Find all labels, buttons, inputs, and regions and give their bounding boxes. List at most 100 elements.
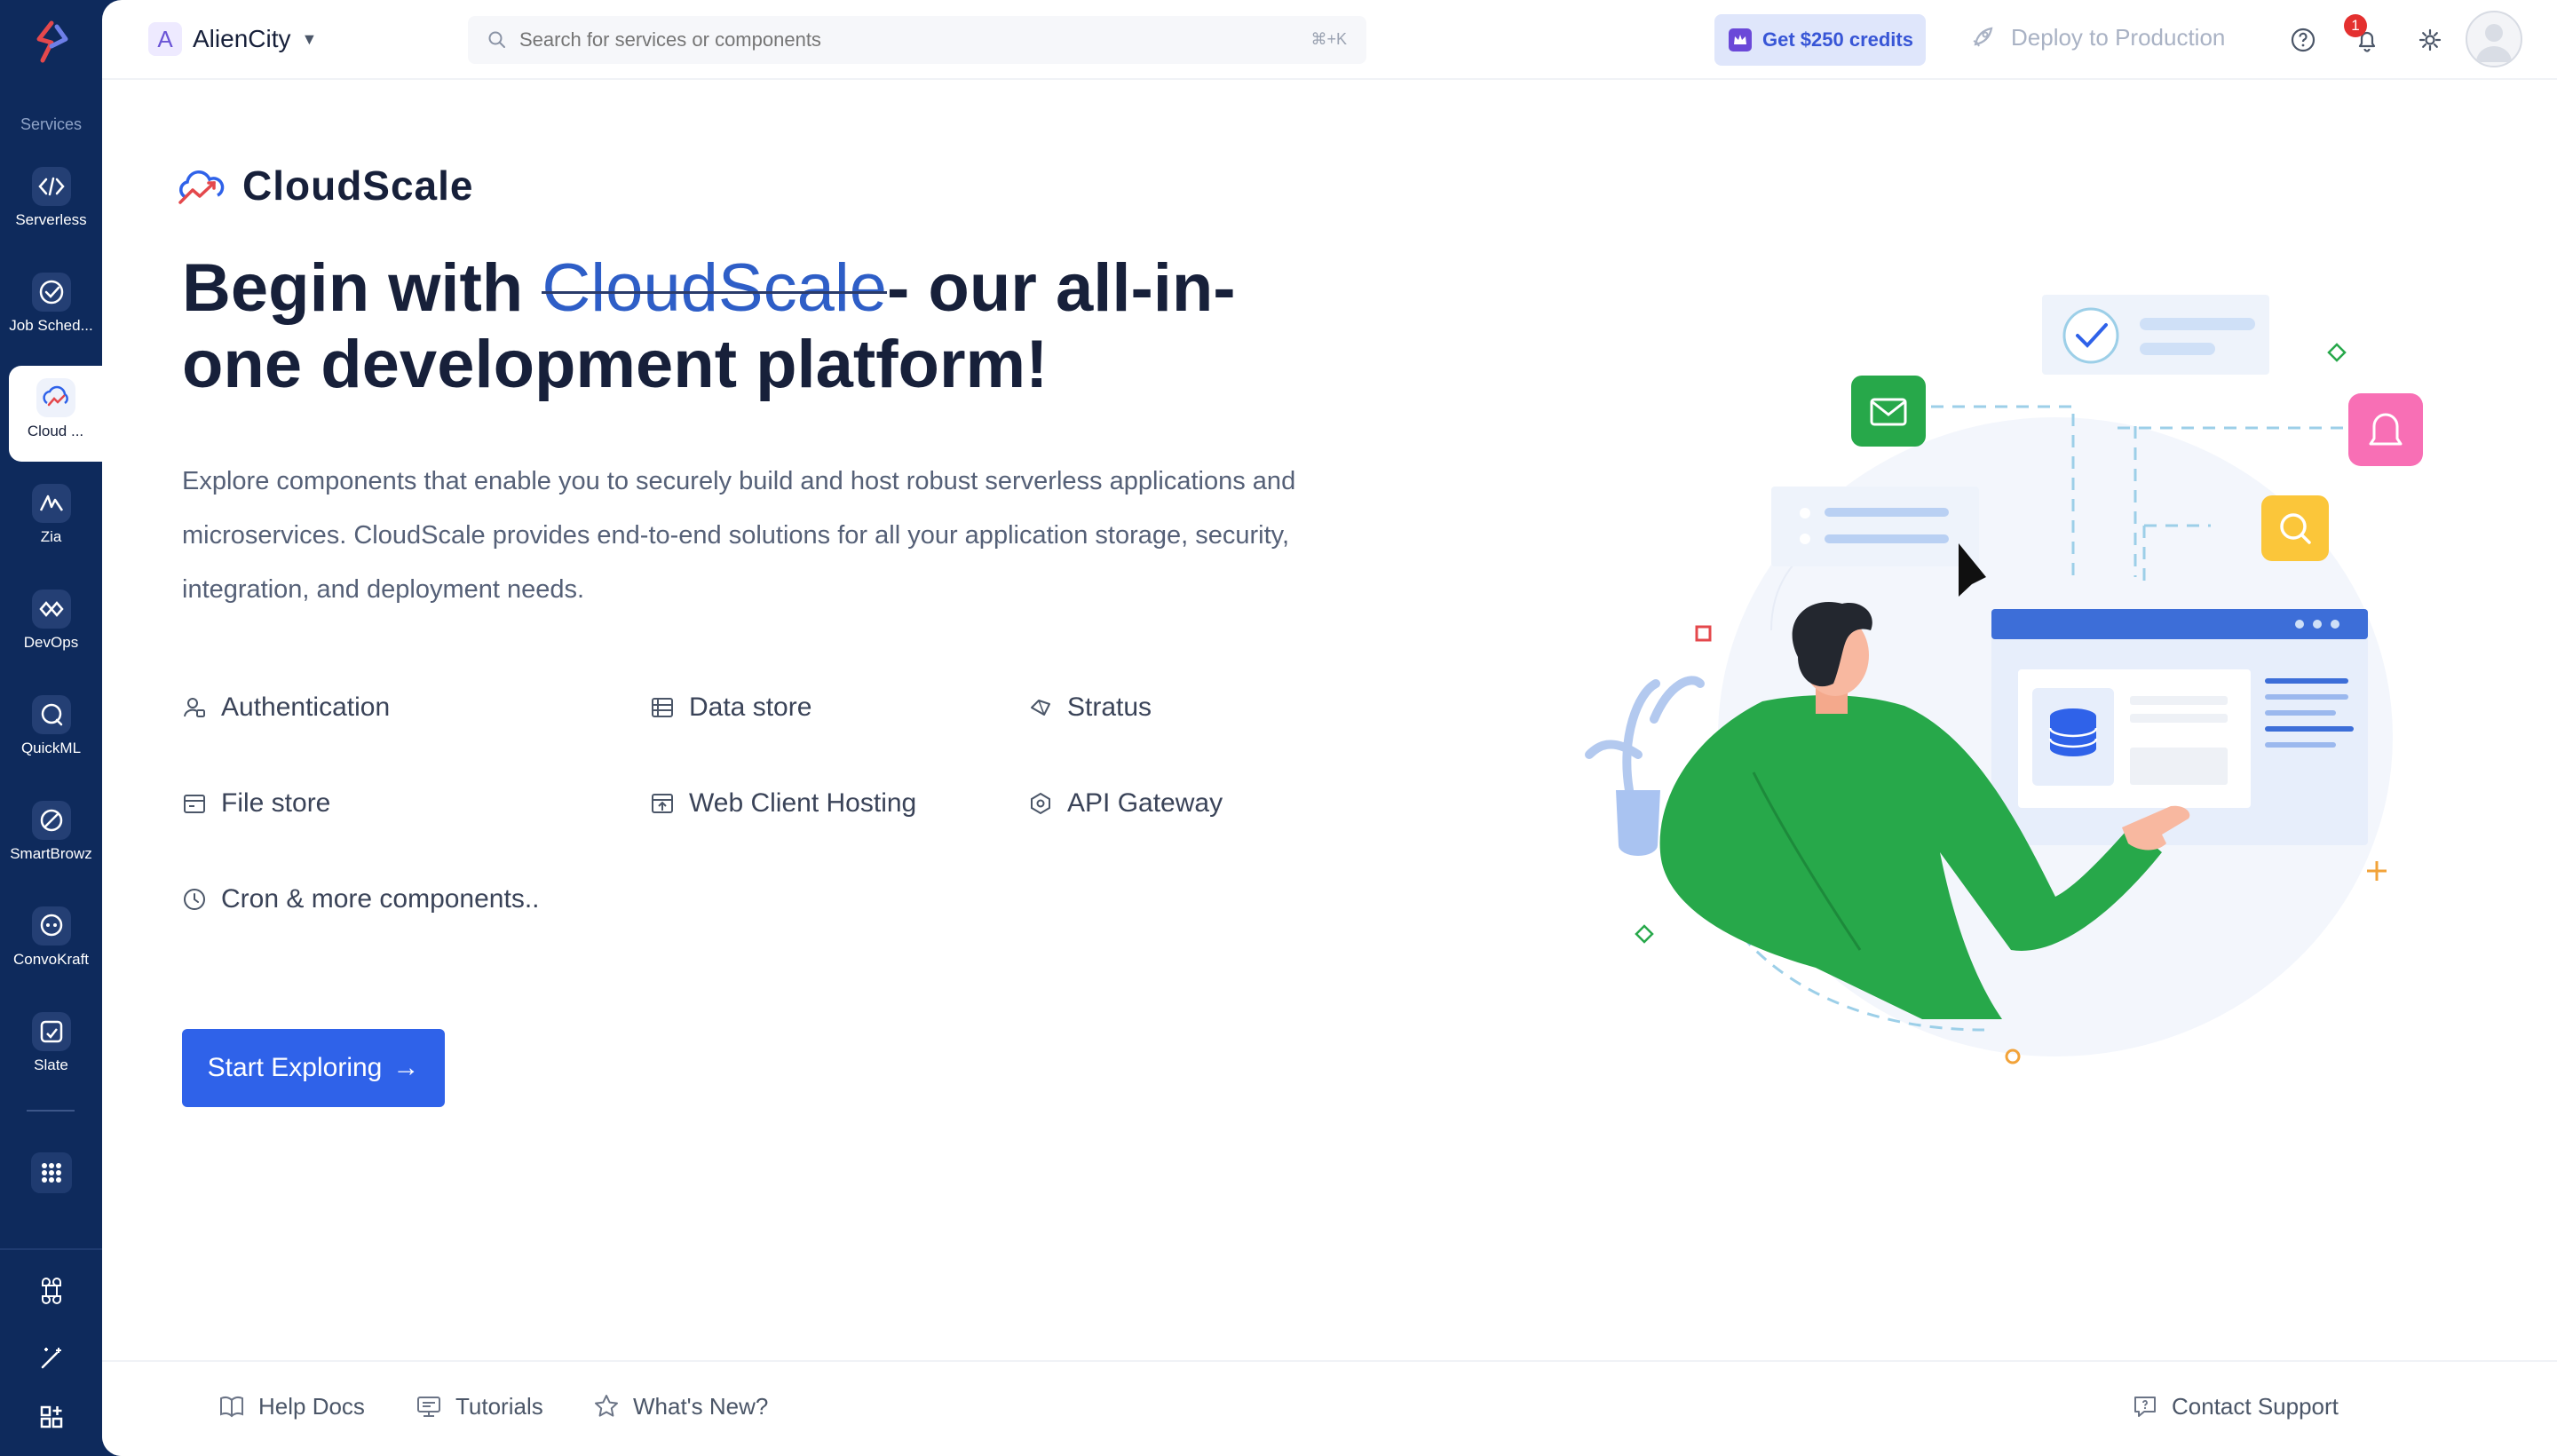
headline-highlight: CloudScale [542,250,887,326]
org-avatar: A [148,22,182,56]
user-avatar[interactable] [2466,11,2522,67]
developer-illustration [1585,295,2423,1064]
component-label: Data store [689,692,812,722]
page-headline: Begin with CloudScale- our all-in-one de… [182,250,1336,403]
main-panel: A AlienCity ▼ ⌘+K Get $250 credits Deplo… [102,0,2557,1456]
search-icon [488,31,505,48]
sidebar-item-label: QuickML [20,740,82,756]
sidebar-item-zia[interactable]: Zia [0,471,102,567]
start-exploring-button[interactable]: Start Exploring → [182,1029,445,1107]
book-icon [220,1396,243,1418]
top-bar: A AlienCity ▼ ⌘+K Get $250 credits Deplo… [102,0,2557,80]
chevron-down-icon: ▼ [301,29,318,48]
arrow-right-icon: → [392,1053,420,1082]
sidebar-item-label: Cloud ... [27,423,84,439]
sidebar-item-label: DevOps [23,634,79,651]
file-store-icon [184,795,205,813]
sidebar-item-job-scheduling[interactable]: Job Sched... [0,260,102,356]
component-file-store[interactable]: File store [182,788,330,819]
component-authentication[interactable]: Authentication [182,692,390,723]
get-credits-button[interactable]: Get $250 credits [1714,14,1926,66]
component-stratus[interactable]: Stratus [1028,692,1152,723]
help-footer: Help Docs Tutorials What's New? Contact … [102,1360,2557,1456]
devops-icon [31,590,71,629]
sidebar-item-label: Serverless [15,211,87,228]
sidebar-item-devops[interactable]: DevOps [0,577,102,673]
sidebar-bottom-divider [0,1248,102,1250]
sidebar-item-smartbrowz[interactable]: SmartBrowz [0,788,102,884]
services-section-label: Services [20,115,83,133]
all-apps-grid-icon[interactable] [31,1152,72,1193]
slate-icon [31,1012,71,1051]
sidebar-item-label: ConvoKraft [12,951,90,968]
search-shortcut-hint: ⌘+K [1310,30,1347,48]
component-web-client-hosting[interactable]: Web Client Hosting [650,788,916,819]
component-data-store[interactable]: Data store [650,692,811,723]
headline-prefix: Begin with [182,250,542,326]
tutorials-label: Tutorials [455,1392,543,1420]
job-scheduling-icon [31,273,71,312]
sidebar-item-label: SmartBrowz [10,845,92,862]
cloudscale-brand: CloudScale [175,162,474,210]
whats-new-label: What's New? [633,1392,769,1420]
sidebar-item-label: Zia [40,528,62,545]
magic-wand-icon[interactable] [34,1341,69,1376]
sidebar-item-label: Slate [34,1056,68,1073]
authentication-icon [184,698,205,717]
sidebar-item-slate[interactable]: Slate [0,1000,102,1096]
smartbrowz-icon [31,801,71,840]
sidebar-item-label: Job Sched... [9,317,93,334]
search-input[interactable] [518,28,1249,52]
notification-count-badge: 1 [2344,14,2367,37]
page-description: Explore components that enable you to se… [182,467,1296,604]
zia-icon [31,484,71,523]
deploy-label: Deploy to Production [2011,23,2226,51]
component-cron-and-more[interactable]: Cron & more components.. [182,884,540,914]
component-label: File store [221,788,331,818]
star-icon [595,1395,618,1417]
command-icon[interactable] [34,1273,69,1309]
sidebar-item-serverless[interactable]: Serverless [0,154,102,250]
help-docs-label: Help Docs [258,1392,365,1420]
get-credits-label: Get $250 credits [1762,28,1913,51]
quickml-icon [31,695,71,734]
support-chat-icon [2134,1397,2156,1417]
clock-icon [184,889,205,910]
sidebar-item-convokraft[interactable]: ConvoKraft [0,894,102,990]
cloudscale-icon [36,378,75,417]
service-sidebar: Services Serverless Job Sched... Cloud .… [0,0,102,1456]
help-docs-link[interactable]: Help Docs [218,1392,365,1420]
sidebar-item-cloudscale[interactable]: Cloud ... [9,366,102,462]
crown-icon [1729,28,1752,51]
rocket-icon [1973,27,1993,47]
global-search[interactable]: ⌘+K [468,16,1366,64]
widgets-icon[interactable] [34,1399,69,1435]
org-switcher[interactable]: A AlienCity ▼ [148,20,317,59]
start-exploring-label: Start Exploring [207,1053,383,1082]
brand-name: CloudScale [242,162,474,209]
contact-support-link[interactable]: Contact Support [2131,1392,2339,1420]
deploy-to-production-button[interactable]: Deploy to Production [1968,23,2225,51]
web-client-hosting-icon [652,794,673,813]
component-label: Web Client Hosting [689,788,917,818]
stratus-icon [1031,700,1050,716]
sidebar-divider [27,1110,75,1112]
tutorials-link[interactable]: Tutorials [415,1392,543,1420]
sidebar-item-quickml[interactable]: QuickML [0,683,102,779]
tutorials-icon [417,1397,440,1417]
convokraft-icon [31,906,71,946]
api-gateway-icon [1031,792,1050,815]
contact-support-label: Contact Support [2172,1392,2339,1420]
code-brackets-icon [31,167,71,206]
catalyst-logo-icon[interactable] [25,16,78,69]
settings-gear-icon[interactable] [2415,25,2445,55]
component-label: API Gateway [1067,788,1223,818]
whats-new-link[interactable]: What's New? [592,1392,768,1420]
component-label: Cron & more components.. [221,884,540,914]
help-icon[interactable] [2288,25,2318,55]
component-api-gateway[interactable]: API Gateway [1028,788,1223,819]
org-name: AlienCity [193,25,291,52]
component-label: Authentication [221,692,391,722]
cloudscale-logo-icon [178,170,225,204]
data-store-icon [652,698,673,717]
